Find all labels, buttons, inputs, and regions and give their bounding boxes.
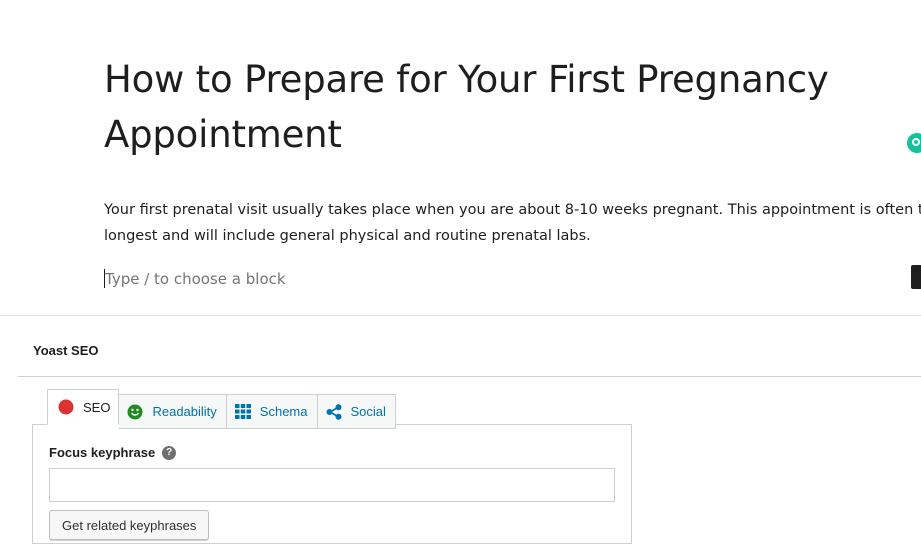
tab-readability[interactable]: Readability [119,394,227,429]
tab-social-label: Social [350,404,386,419]
red-dot-icon [58,399,74,415]
post-title[interactable]: How to Prepare for Your First Pregnancy … [104,52,864,162]
grammarly-icon[interactable] [907,133,921,153]
editor-divider [0,315,921,316]
focus-keyphrase-label: Focus keyphrase ? [49,445,177,460]
post-paragraph[interactable]: Your first prenatal visit usually takes … [104,197,921,249]
yoast-tabs: SEO Readability Schema Social [47,389,396,429]
focus-keyphrase-text: Focus keyphrase [49,445,156,460]
block-inserter-button[interactable] [911,265,921,289]
paragraph-line-2: longest and will include general physica… [104,228,591,244]
smiley-icon [127,404,143,420]
tab-schema-label: Schema [259,404,308,419]
tab-social[interactable]: Social [317,394,396,429]
paragraph-line-1: Your first prenatal visit usually takes … [104,202,921,218]
tab-seo[interactable]: SEO [47,389,120,425]
tab-schema[interactable]: Schema [226,394,318,429]
post-title-line-1: How to Prepare for Your First Pregnancy [104,58,829,101]
focus-keyphrase-input[interactable] [49,468,615,502]
metabox-divider [18,376,921,377]
tab-readability-label: Readability [152,404,217,419]
get-related-keyphrases-button[interactable]: Get related keyphrases [49,510,210,540]
block-appender[interactable]: Type / to choose a block [104,266,804,292]
block-placeholder: Type / to choose a block [105,270,286,288]
help-icon[interactable]: ? [162,445,177,460]
yoast-metabox-title[interactable]: Yoast SEO [33,343,99,358]
grid-icon [234,404,251,419]
post-title-line-2: Appointment [104,113,342,156]
share-icon [326,403,342,420]
tab-seo-label: SEO [83,399,111,415]
